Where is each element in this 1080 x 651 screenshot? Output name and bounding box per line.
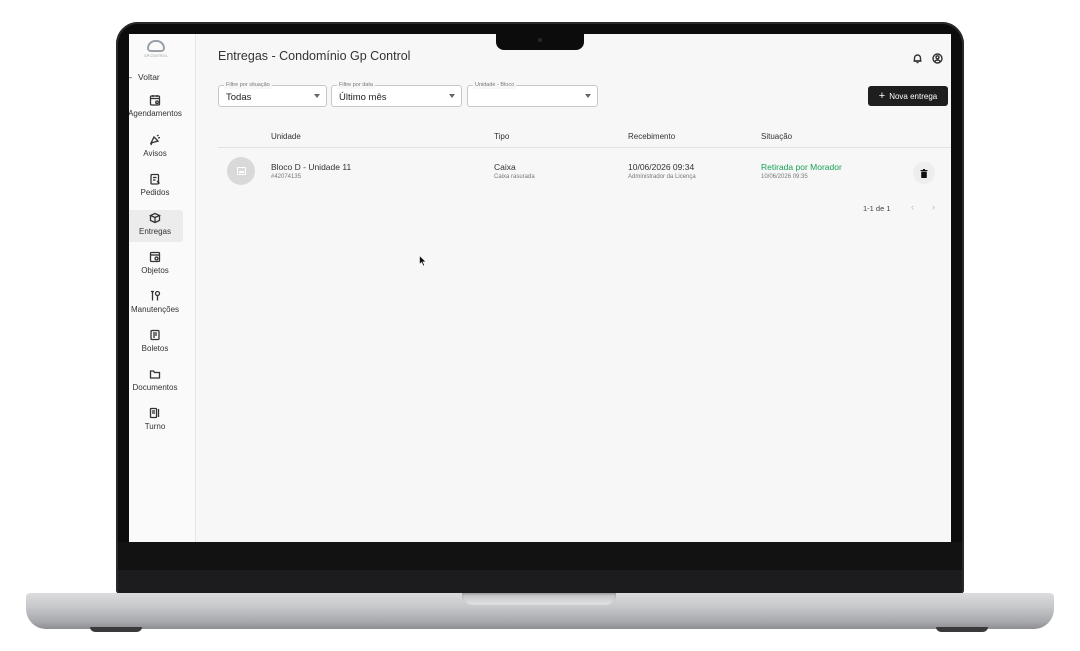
row-codigo: #42074135 <box>271 174 302 180</box>
unidade-filter[interactable]: Unidade - Bloco <box>467 81 598 107</box>
sidebar: GPCONTROL – Voltar Agendamentos Avisos P… <box>129 34 196 542</box>
megaphone-icon <box>149 134 161 146</box>
sidebar-item-entregas[interactable]: Entregas <box>129 210 183 242</box>
column-header-recebimento[interactable]: Recebimento <box>628 132 675 141</box>
sidebar-item-avisos[interactable]: Avisos <box>129 132 183 164</box>
column-header-unidade[interactable]: Unidade <box>271 132 301 141</box>
sidebar-item-documentos[interactable]: Documentos <box>129 366 183 398</box>
row-unidade: Bloco D - Unidade 11 <box>271 162 352 172</box>
account-icon[interactable] <box>932 51 943 64</box>
row-recebido-por: Administrador da Licença <box>628 174 696 180</box>
sidebar-item-agendamentos[interactable]: Agendamentos <box>129 92 183 124</box>
sidebar-item-manutencoes[interactable]: Manutenções <box>129 288 183 320</box>
objects-icon <box>149 251 161 263</box>
mouse-cursor-icon <box>419 255 427 267</box>
camera-notch <box>496 34 584 50</box>
delete-button[interactable] <box>913 162 935 184</box>
sidebar-item-label: Agendamentos <box>129 109 182 118</box>
plus-icon: + <box>878 90 886 102</box>
trash-icon <box>920 168 928 178</box>
column-header-tipo[interactable]: Tipo <box>494 132 509 141</box>
folder-icon <box>149 368 161 380</box>
situacao-filter[interactable]: Filtre por situação Todas <box>218 81 327 107</box>
sidebar-item-label: Entregas <box>138 227 172 236</box>
sidebar-item-label: Pedidos <box>140 188 170 197</box>
new-delivery-button[interactable]: + Nova entrega <box>868 86 948 106</box>
sidebar-item-label: Avisos <box>143 149 167 158</box>
logo-icon <box>147 40 165 52</box>
sidebar-item-boletos[interactable]: Boletos <box>129 327 183 359</box>
laptop-bezel <box>118 542 962 570</box>
status-badge: Retirada por Morador <box>761 162 842 172</box>
sidebar-item-turno[interactable]: Turno <box>129 405 183 437</box>
invoice-icon <box>149 329 161 341</box>
column-header-situacao[interactable]: Situação <box>761 132 792 141</box>
row-tipo-detalhe: Caixa rasurada <box>494 174 535 180</box>
sidebar-item-label: Documentos <box>132 383 178 392</box>
laptop-foot-left <box>90 627 142 632</box>
clipboard-icon <box>149 173 161 185</box>
row-recebimento: 10/06/2026 09:34 <box>628 162 695 172</box>
laptop-foot-right <box>936 627 988 632</box>
calendar-icon <box>149 94 161 106</box>
page-title: Entregas - Condomínio Gp Control <box>218 49 411 63</box>
sidebar-item-label: Turno <box>144 422 166 431</box>
laptop-base-notch <box>462 593 616 605</box>
back-label: Voltar <box>138 72 160 82</box>
delivery-thumbnail <box>227 157 255 185</box>
row-tipo: Caixa <box>494 162 516 172</box>
pagination-range: 1-1 de 1 <box>863 204 891 213</box>
back-link[interactable]: – Voltar <box>129 72 160 82</box>
sidebar-item-label: Boletos <box>141 344 169 353</box>
shift-icon <box>149 407 161 419</box>
chevron-down-icon <box>585 94 591 98</box>
image-icon <box>236 167 246 175</box>
prev-page-button[interactable]: ‹ <box>911 202 914 212</box>
row-situacao-data: 10/06/2026 09:35 <box>761 174 808 180</box>
laptop-hinge <box>118 570 962 594</box>
sidebar-item-objetos[interactable]: Objetos <box>129 249 183 281</box>
tools-icon <box>149 290 161 302</box>
chevron-down-icon <box>449 94 455 98</box>
data-filter[interactable]: Filtre por data Último mês <box>331 81 462 107</box>
next-page-button[interactable]: › <box>932 202 935 212</box>
bell-icon[interactable] <box>912 51 923 64</box>
sidebar-item-label: Objetos <box>141 266 169 275</box>
sidebar-item-pedidos[interactable]: Pedidos <box>129 171 183 203</box>
sidebar-item-label: Manutenções <box>130 305 180 314</box>
app-screen: GPCONTROL – Voltar Agendamentos Avisos P… <box>129 34 951 542</box>
chevron-down-icon <box>314 94 320 98</box>
package-icon <box>148 212 162 224</box>
camera-icon <box>538 38 542 42</box>
arrow-left-icon: – <box>129 72 132 82</box>
table-row[interactable]: Bloco D - Unidade 11 #42074135 Caixa Cai… <box>218 148 951 194</box>
app-logo[interactable]: GPCONTROL <box>142 40 170 62</box>
